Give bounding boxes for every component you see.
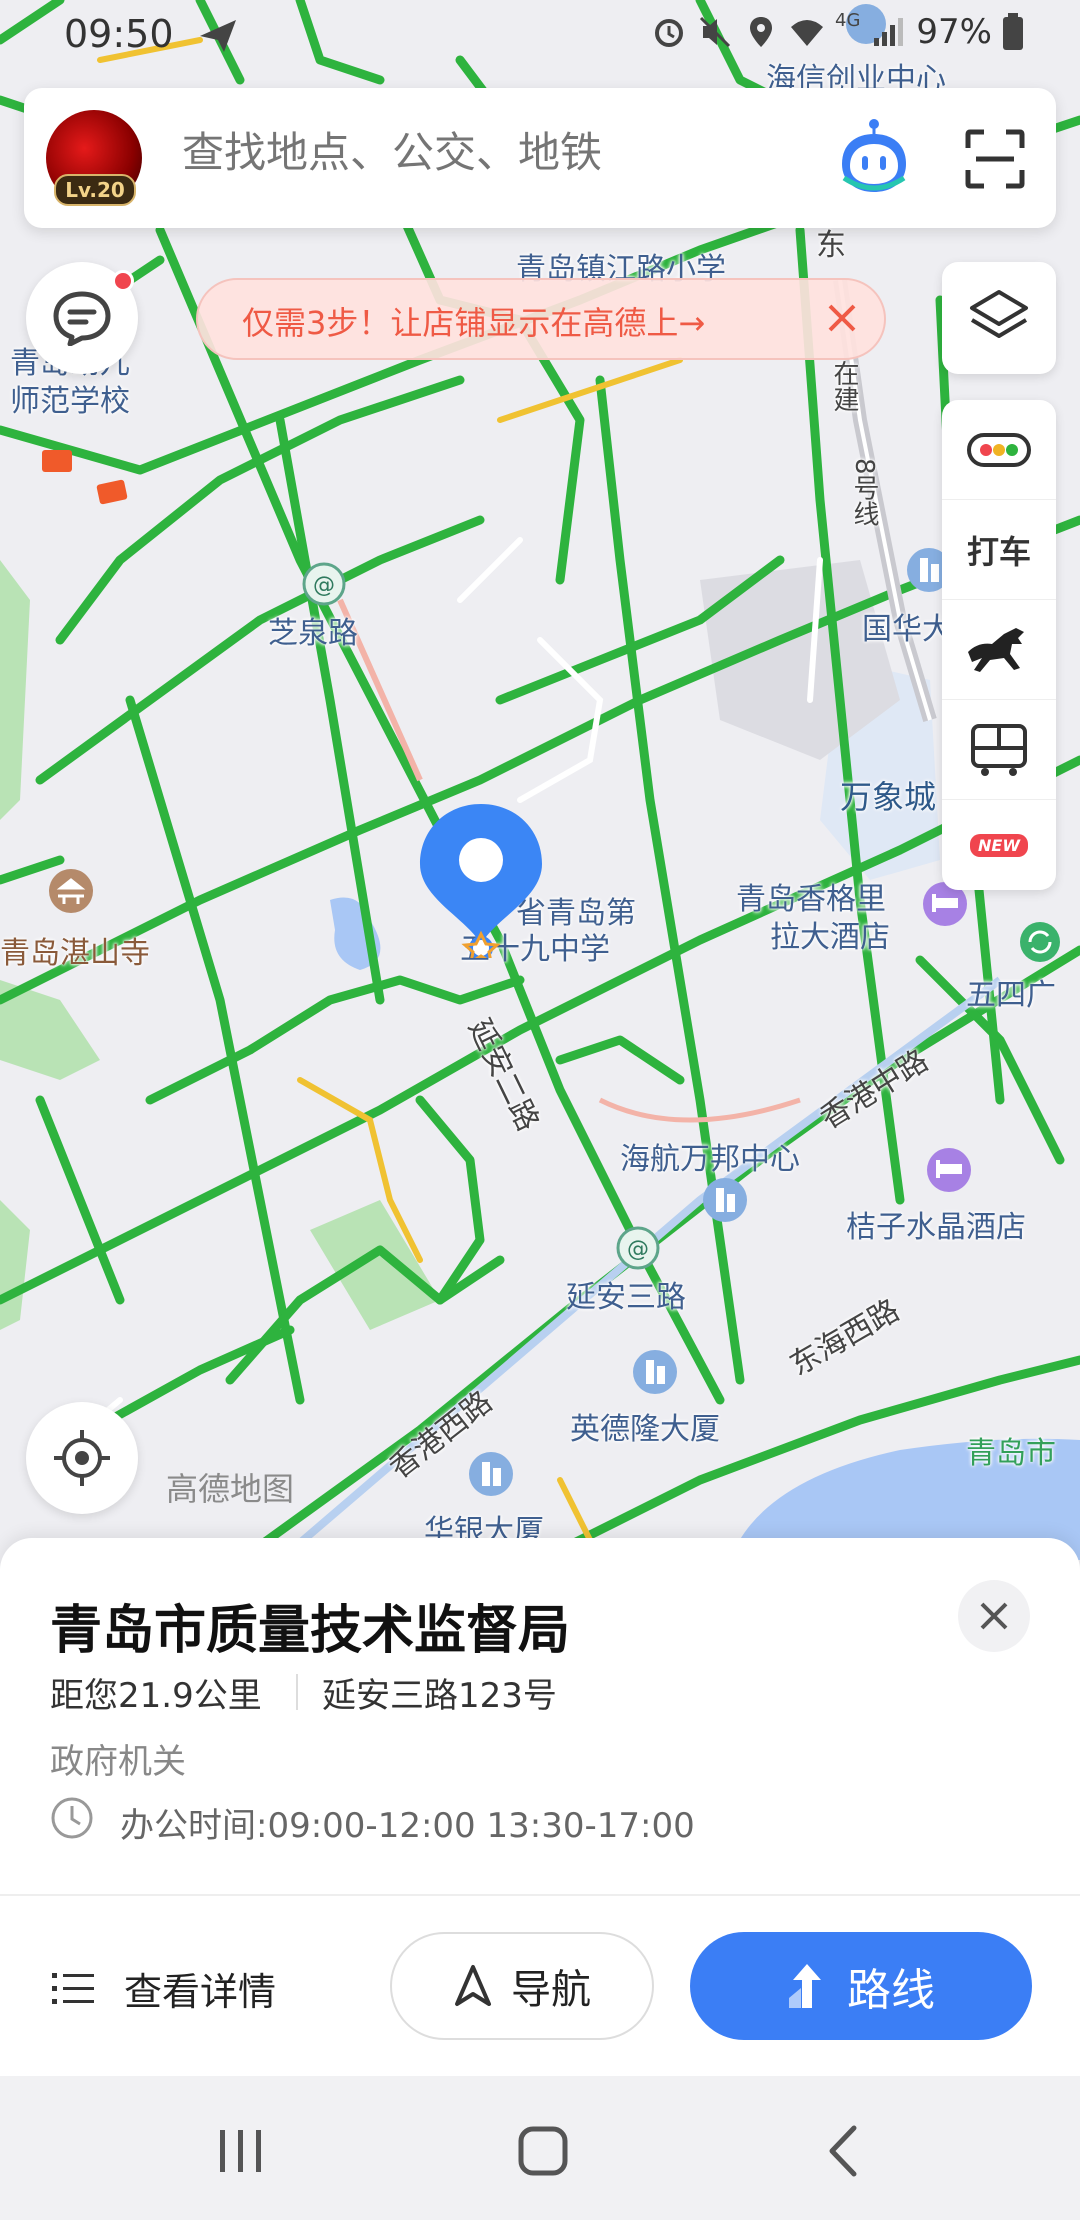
- signal-icon: [874, 18, 904, 46]
- building-poi-icon-2[interactable]: [630, 1348, 680, 1404]
- poi-category: 政府机关: [50, 1742, 186, 1782]
- status-bar: 09:50 4G 97%: [0, 0, 1080, 70]
- details-label: 查看详情: [124, 1969, 277, 2014]
- poi-distance: 距您21.9公里: [50, 1676, 262, 1716]
- building-poi-icon[interactable]: [700, 1176, 750, 1232]
- send-icon: [200, 20, 236, 52]
- clock-icon: [51, 1797, 93, 1839]
- map-label: 8号线: [849, 458, 879, 527]
- recent-apps-icon[interactable]: [206, 2116, 276, 2186]
- route-button[interactable]: 路线: [690, 1932, 1032, 2040]
- locate-button[interactable]: [26, 1402, 138, 1514]
- layers-button[interactable]: [942, 262, 1056, 374]
- search-input[interactable]: [182, 128, 702, 177]
- close-icon: [980, 1602, 1008, 1630]
- poi-card: 青岛市质量技术监督局 距您21.9公里 延安三路123号 政府机关 办公时间:0…: [0, 1538, 1080, 2078]
- notification-dot: [112, 270, 134, 292]
- status-icons: 4G 97%: [651, 9, 1024, 52]
- map-view[interactable]: @ @ 海信创业中心 青岛镇江路小学 东 在建 8号线 青岛幼儿 师范学校 芝泉…: [0, 0, 1080, 1560]
- wifi-icon: [791, 20, 824, 46]
- bus-icon: [971, 723, 1027, 776]
- right-toolbar: 打车 NEW: [942, 400, 1056, 890]
- map-label[interactable]: 海航万邦中心: [620, 1134, 800, 1178]
- map-label[interactable]: 万象城: [840, 772, 936, 818]
- map-label[interactable]: 芝泉路: [268, 608, 358, 652]
- search-bar: Lv.20: [24, 88, 1056, 228]
- poi-hours: 办公时间:09:00-12:00 13:30-17:00: [120, 1806, 695, 1846]
- map-label[interactable]: 国华大: [862, 604, 952, 648]
- layers-icon: [970, 290, 1028, 338]
- system-navigation-bar: [0, 2076, 1080, 2220]
- location-pin-icon[interactable]: [416, 798, 546, 958]
- alarm-icon: [655, 19, 684, 47]
- network-type: 4G: [835, 9, 861, 31]
- building-poi-icon-3[interactable]: [466, 1450, 516, 1506]
- back-icon[interactable]: [810, 2116, 880, 2186]
- svg-text:@: @: [627, 1237, 649, 1262]
- level-badge[interactable]: Lv.20: [54, 174, 136, 206]
- navigate-button[interactable]: 导航: [390, 1932, 654, 2040]
- map-label[interactable]: 青岛湛山寺: [0, 928, 150, 972]
- map-label: 在建: [829, 360, 859, 412]
- new-feature-button[interactable]: NEW: [942, 800, 1056, 890]
- taxi-button[interactable]: 打车: [942, 500, 1056, 600]
- map-label[interactable]: 五四广: [966, 970, 1056, 1014]
- map-label[interactable]: 青岛市: [966, 1428, 1056, 1472]
- route-label: 路线: [847, 1965, 935, 2016]
- mute-icon: [699, 16, 731, 48]
- screen: @ @ 海信创业中心 青岛镇江路小学 东 在建 8号线 青岛幼儿 师范学校 芝泉…: [0, 0, 1080, 2220]
- route-arrow-icon: [789, 1964, 821, 2008]
- metro-station-icon-2[interactable]: @: [616, 1226, 660, 1270]
- message-icon: [53, 291, 111, 346]
- battery-level: 97%: [916, 12, 992, 52]
- status-time: 09:50: [64, 12, 174, 56]
- map-label[interactable]: 延安三路: [566, 1272, 686, 1316]
- hotel-poi-icon-2[interactable]: [924, 1146, 974, 1202]
- promo-banner[interactable]: 仅需3步！让店铺显示在高德上→: [196, 278, 886, 360]
- poi-close-button[interactable]: [958, 1580, 1030, 1652]
- close-icon[interactable]: [822, 298, 862, 338]
- map-label[interactable]: 拉大酒店: [770, 912, 890, 956]
- poi-name: 青岛市质量技术监督局: [50, 1601, 571, 1661]
- navigation-arrow-icon: [455, 1965, 491, 2006]
- map-label[interactable]: 英德隆大厦: [570, 1404, 720, 1448]
- crosshair-icon: [54, 1430, 110, 1486]
- refresh-poi-icon[interactable]: [1018, 920, 1062, 964]
- promo-text[interactable]: 仅需3步！让店铺显示在高德上→: [242, 298, 705, 344]
- bus-button[interactable]: [942, 700, 1056, 800]
- scan-icon[interactable]: [964, 128, 1026, 190]
- details-button[interactable]: 查看详情: [50, 1948, 276, 2028]
- divider: [0, 1894, 1080, 1896]
- battery-icon: [1003, 13, 1023, 50]
- map-brand-watermark: 高德地图: [166, 1470, 295, 1508]
- traffic-toggle[interactable]: [942, 400, 1056, 500]
- location-icon: [750, 17, 773, 47]
- taxi-label: 打车: [966, 532, 1031, 571]
- svg-text:@: @: [313, 573, 335, 598]
- horse-button[interactable]: [942, 600, 1056, 700]
- list-icon: [52, 1973, 94, 2004]
- temple-poi-icon[interactable]: [46, 866, 96, 926]
- home-icon[interactable]: [508, 2116, 578, 2186]
- navigate-label: 导航: [511, 1967, 591, 2013]
- map-label[interactable]: 师范学校: [10, 376, 130, 420]
- shop-marker-icon[interactable]: [42, 450, 72, 472]
- divider: [296, 1674, 298, 1710]
- metro-station-icon[interactable]: @: [302, 562, 346, 606]
- assistant-robot-icon[interactable]: [834, 118, 914, 198]
- traffic-light-icon: [967, 432, 1031, 467]
- map-label[interactable]: 桔子水晶酒店: [846, 1202, 1026, 1246]
- poi-address: 延安三路123号: [322, 1676, 557, 1716]
- horse-icon: [968, 627, 1024, 672]
- new-badge: NEW: [970, 833, 1028, 857]
